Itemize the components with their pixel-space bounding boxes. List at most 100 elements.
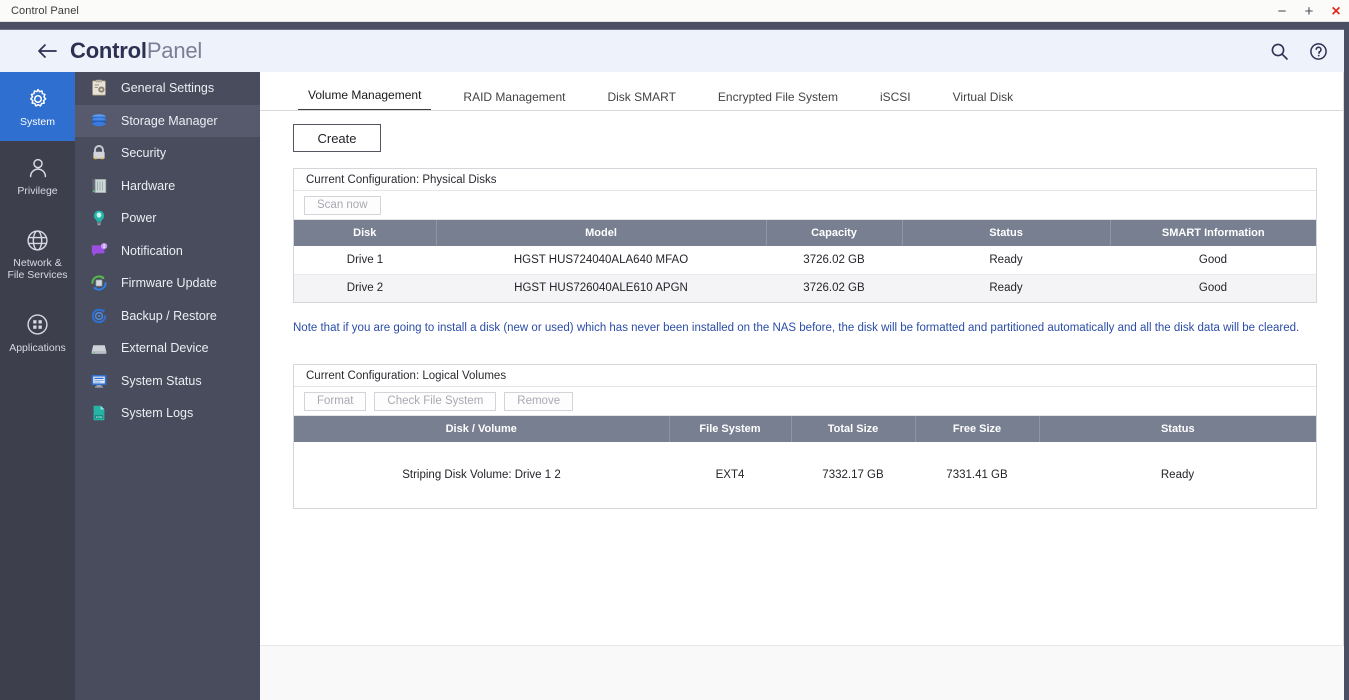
window-controls: − + ×: [1275, 0, 1343, 22]
sidebar-item-label: Hardware: [121, 178, 176, 193]
tab-bar: Volume Management RAID Management Disk S…: [260, 84, 1344, 111]
rail-item-network-file-services[interactable]: Network & File Services: [0, 210, 75, 298]
refresh-chip-icon: [89, 273, 109, 293]
table-row[interactable]: Striping Disk Volume: Drive 1 2 EXT4 733…: [294, 442, 1316, 508]
column-header-disk-volume: Disk / Volume: [294, 416, 670, 442]
database-icon: [89, 111, 109, 131]
column-header-model: Model: [436, 220, 767, 246]
cell-model: HGST HUS724040ALA640 MFAO: [436, 246, 766, 275]
search-icon[interactable]: [1268, 40, 1290, 62]
sidebar-item-security[interactable]: Security: [75, 137, 260, 170]
sidebar-item-label: Storage Manager: [121, 113, 218, 128]
rail-item-label: Network & File Services: [7, 257, 68, 281]
sidebar-item-label: External Device: [121, 341, 209, 356]
sidebar-item-power[interactable]: Power: [75, 202, 260, 235]
window-accent-strip: [0, 22, 1349, 30]
sidebar-item-external-device[interactable]: External Device: [75, 332, 260, 365]
sidebar-item-firmware-update[interactable]: Firmware Update: [75, 267, 260, 300]
control-panel-window: Control Panel − + × ControlPanel System …: [0, 0, 1349, 700]
minimize-icon[interactable]: −: [1275, 4, 1289, 19]
cell-smart: Good: [1110, 246, 1316, 275]
monitor-icon: [89, 371, 109, 391]
rail-item-label: Privilege: [17, 184, 58, 197]
tab-virtual-disk[interactable]: Virtual Disk: [943, 90, 1023, 111]
tab-bar-divider: [260, 110, 1344, 111]
page-title: ControlPanel: [70, 38, 202, 64]
rail-item-applications[interactable]: Applications: [0, 298, 75, 367]
cell-status: Ready: [902, 246, 1110, 275]
sidebar-item-storage-manager[interactable]: Storage Manager: [75, 104, 260, 137]
back-arrow-icon[interactable]: [34, 38, 60, 64]
close-icon[interactable]: ×: [1329, 3, 1343, 19]
physical-disks-table: Disk Model Capacity Status SMART Informa…: [294, 220, 1316, 302]
help-icon[interactable]: [1307, 40, 1329, 62]
sidebar-item-backup-restore[interactable]: Backup / Restore: [75, 300, 260, 333]
tab-raid-management[interactable]: RAID Management: [453, 90, 575, 111]
rail-item-privilege[interactable]: Privilege: [0, 141, 75, 210]
app-header: ControlPanel: [0, 30, 1349, 72]
speech-bubble-icon: [89, 241, 109, 261]
logical-volumes-panel: Current Configuration: Logical Volumes F…: [293, 364, 1317, 509]
column-header-status: Status: [902, 220, 1111, 246]
cell-smart: Good: [1110, 274, 1316, 302]
table-row[interactable]: Drive 2 HGST HUS726040ALE610 APGN 3726.0…: [294, 274, 1316, 302]
physical-disks-panel-title: Current Configuration: Physical Disks: [294, 169, 1316, 191]
tab-iscsi[interactable]: iSCSI: [870, 90, 921, 111]
sidebar-item-label: Notification: [121, 243, 183, 258]
cell-status: Ready: [902, 274, 1110, 302]
remove-button[interactable]: Remove: [504, 391, 574, 411]
cell-disk: Drive 2: [294, 274, 436, 302]
cell-disk: Drive 1: [294, 246, 436, 275]
tab-encrypted-file-system[interactable]: Encrypted File System: [708, 90, 848, 111]
rail-item-label: Applications: [9, 341, 66, 354]
physical-disks-toolbar: Scan now: [294, 191, 1316, 220]
external-drive-icon: [89, 338, 109, 358]
header-actions: [1268, 40, 1329, 62]
table-header-row: Disk Model Capacity Status SMART Informa…: [294, 220, 1316, 246]
logical-volumes-toolbar: Format Check File System Remove: [294, 387, 1316, 416]
sidebar-item-label: Power: [121, 211, 157, 226]
scan-now-button[interactable]: Scan now: [304, 195, 381, 215]
format-warning-note: Note that if you are going to install a …: [293, 322, 1300, 334]
sidebar-item-notification[interactable]: Notification: [75, 235, 260, 268]
svg-text:LOG: LOG: [96, 415, 103, 419]
sidebar-item-label: Firmware Update: [121, 276, 217, 291]
column-header-smart-information: SMART Information: [1110, 220, 1316, 246]
format-button[interactable]: Format: [304, 391, 367, 411]
column-header-disk: Disk: [294, 220, 437, 246]
brand-light: Panel: [146, 38, 203, 63]
user-icon: [25, 155, 51, 181]
sidebar-item-system-logs[interactable]: LOG System Logs: [75, 397, 260, 430]
cell-total-size: 7332.17 GB: [822, 469, 884, 481]
padlock-icon: [89, 143, 109, 163]
cell-capacity: 3726.02 GB: [766, 246, 902, 275]
globe-icon: [25, 227, 51, 253]
brand-bold: Control: [70, 38, 147, 63]
gear-icon: [25, 86, 51, 112]
maximize-icon[interactable]: +: [1302, 4, 1316, 19]
column-header-total-size: Total Size: [791, 416, 916, 442]
rail-item-system[interactable]: System: [0, 72, 75, 141]
column-header-capacity: Capacity: [766, 220, 903, 246]
sidebar-item-hardware[interactable]: Hardware: [75, 170, 260, 203]
tab-disk-smart[interactable]: Disk SMART: [597, 90, 685, 111]
table-row[interactable]: Drive 1 HGST HUS724040ALA640 MFAO 3726.0…: [294, 246, 1316, 275]
window-titlebar: Control Panel − + ×: [0, 0, 1349, 22]
table-header-row: Disk / Volume File System Total Size Fre…: [294, 416, 1316, 442]
column-header-status: Status: [1039, 416, 1316, 442]
check-file-system-button[interactable]: Check File System: [374, 391, 497, 411]
cell-free-size: 7331.41 GB: [946, 469, 1008, 481]
cell-volume: Striping Disk Volume: Drive 1 2: [402, 469, 561, 481]
create-button[interactable]: Create: [293, 124, 381, 152]
sidebar-item-label: Backup / Restore: [121, 308, 217, 323]
clipboard-gear-icon: [89, 78, 109, 98]
cell-file-system: EXT4: [715, 469, 745, 481]
sidebar-item-label: Security: [121, 146, 167, 161]
column-header-file-system: File System: [669, 416, 792, 442]
tab-volume-management[interactable]: Volume Management: [298, 88, 432, 111]
sidebar-item-system-status[interactable]: System Status: [75, 365, 260, 398]
backup-gear-icon: [89, 306, 109, 326]
sidebar-item-general-settings[interactable]: General Settings: [75, 72, 260, 105]
window-right-edge: [1344, 22, 1349, 700]
primary-nav-rail: System Privilege Network & File Services: [0, 72, 75, 700]
